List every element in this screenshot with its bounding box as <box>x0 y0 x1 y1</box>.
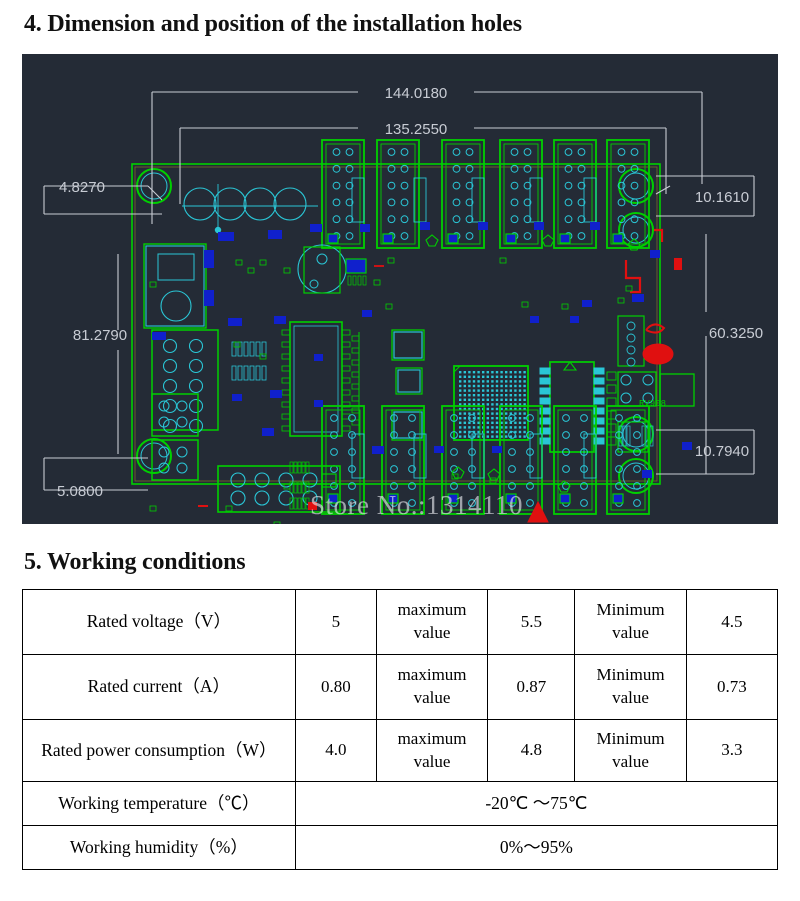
svg-text:144.0180: 144.0180 <box>385 85 448 102</box>
row-minimum-label: Minimum value <box>574 719 687 782</box>
cad-diagram-panel: RV908 144.0180 135.2550 4.8270 81.2790 5.080… <box>22 54 778 524</box>
svg-text:4.8270: 4.8270 <box>59 179 105 196</box>
row-minimum-value: 3.3 <box>685 719 779 782</box>
svg-text:10.7940: 10.7940 <box>695 443 749 460</box>
row-label: Working temperature（℃） <box>22 781 296 826</box>
table-row: Rated current（A） 0.80 maximum value 0.87… <box>22 654 779 720</box>
row-label: Rated power consumption（W） <box>22 719 296 782</box>
svg-text:60.3250: 60.3250 <box>709 325 763 342</box>
row-minimum-label: Minimum value <box>574 589 687 655</box>
row-label: Working humidity（%） <box>22 825 296 870</box>
table-row: Rated voltage（V） 5 maximum value 5.5 Min… <box>22 589 779 655</box>
row-maximum-label: maximum value <box>375 719 489 782</box>
svg-text:135.2550: 135.2550 <box>385 121 448 138</box>
row-nominal-value: 0.80 <box>294 654 377 720</box>
row-nominal-value: 5 <box>294 589 377 655</box>
row-minimum-value: 4.5 <box>685 589 779 655</box>
row-minimum-value: 0.73 <box>685 654 779 720</box>
svg-text:81.2790: 81.2790 <box>73 327 127 344</box>
row-maximum-value: 0.87 <box>487 654 576 720</box>
row-maximum-label: maximum value <box>375 654 489 720</box>
row-maximum-value: 5.5 <box>487 589 576 655</box>
row-label: Rated voltage（V） <box>22 589 296 655</box>
page-title-section-4: 4. Dimension and position of the install… <box>24 11 522 37</box>
working-conditions-table: Rated voltage（V） 5 maximum value 5.5 Min… <box>22 589 779 870</box>
svg-text:RV908: RV908 <box>639 399 666 409</box>
row-span-value: 0%～95% <box>294 825 779 870</box>
table-row: Rated power consumption（W） 4.0 maximum v… <box>22 719 779 782</box>
svg-text:5.0800: 5.0800 <box>57 483 103 500</box>
row-span-value: -20℃ ～75℃ <box>294 781 779 826</box>
row-minimum-label: Minimum value <box>574 654 687 720</box>
working-conditions-table-wrap: Rated voltage（V） 5 maximum value 5.5 Min… <box>22 589 779 870</box>
table-row: Working temperature（℃） -20℃ ～75℃ <box>22 781 779 826</box>
row-maximum-label: maximum value <box>375 589 489 655</box>
row-maximum-value: 4.8 <box>487 719 576 782</box>
row-label: Rated current（A） <box>22 654 296 720</box>
table-row: Working humidity（%） 0%～95% <box>22 825 779 870</box>
page-title-section-5: 5. Working conditions <box>24 549 246 575</box>
row-nominal-value: 4.0 <box>294 719 377 782</box>
svg-text:10.1610: 10.1610 <box>695 189 749 206</box>
datasheet-page: 4. Dimension and position of the install… <box>0 0 800 901</box>
pcb-cad-drawing: RV908 144.0180 135.2550 4.8270 81.2790 5.080… <box>22 54 778 524</box>
